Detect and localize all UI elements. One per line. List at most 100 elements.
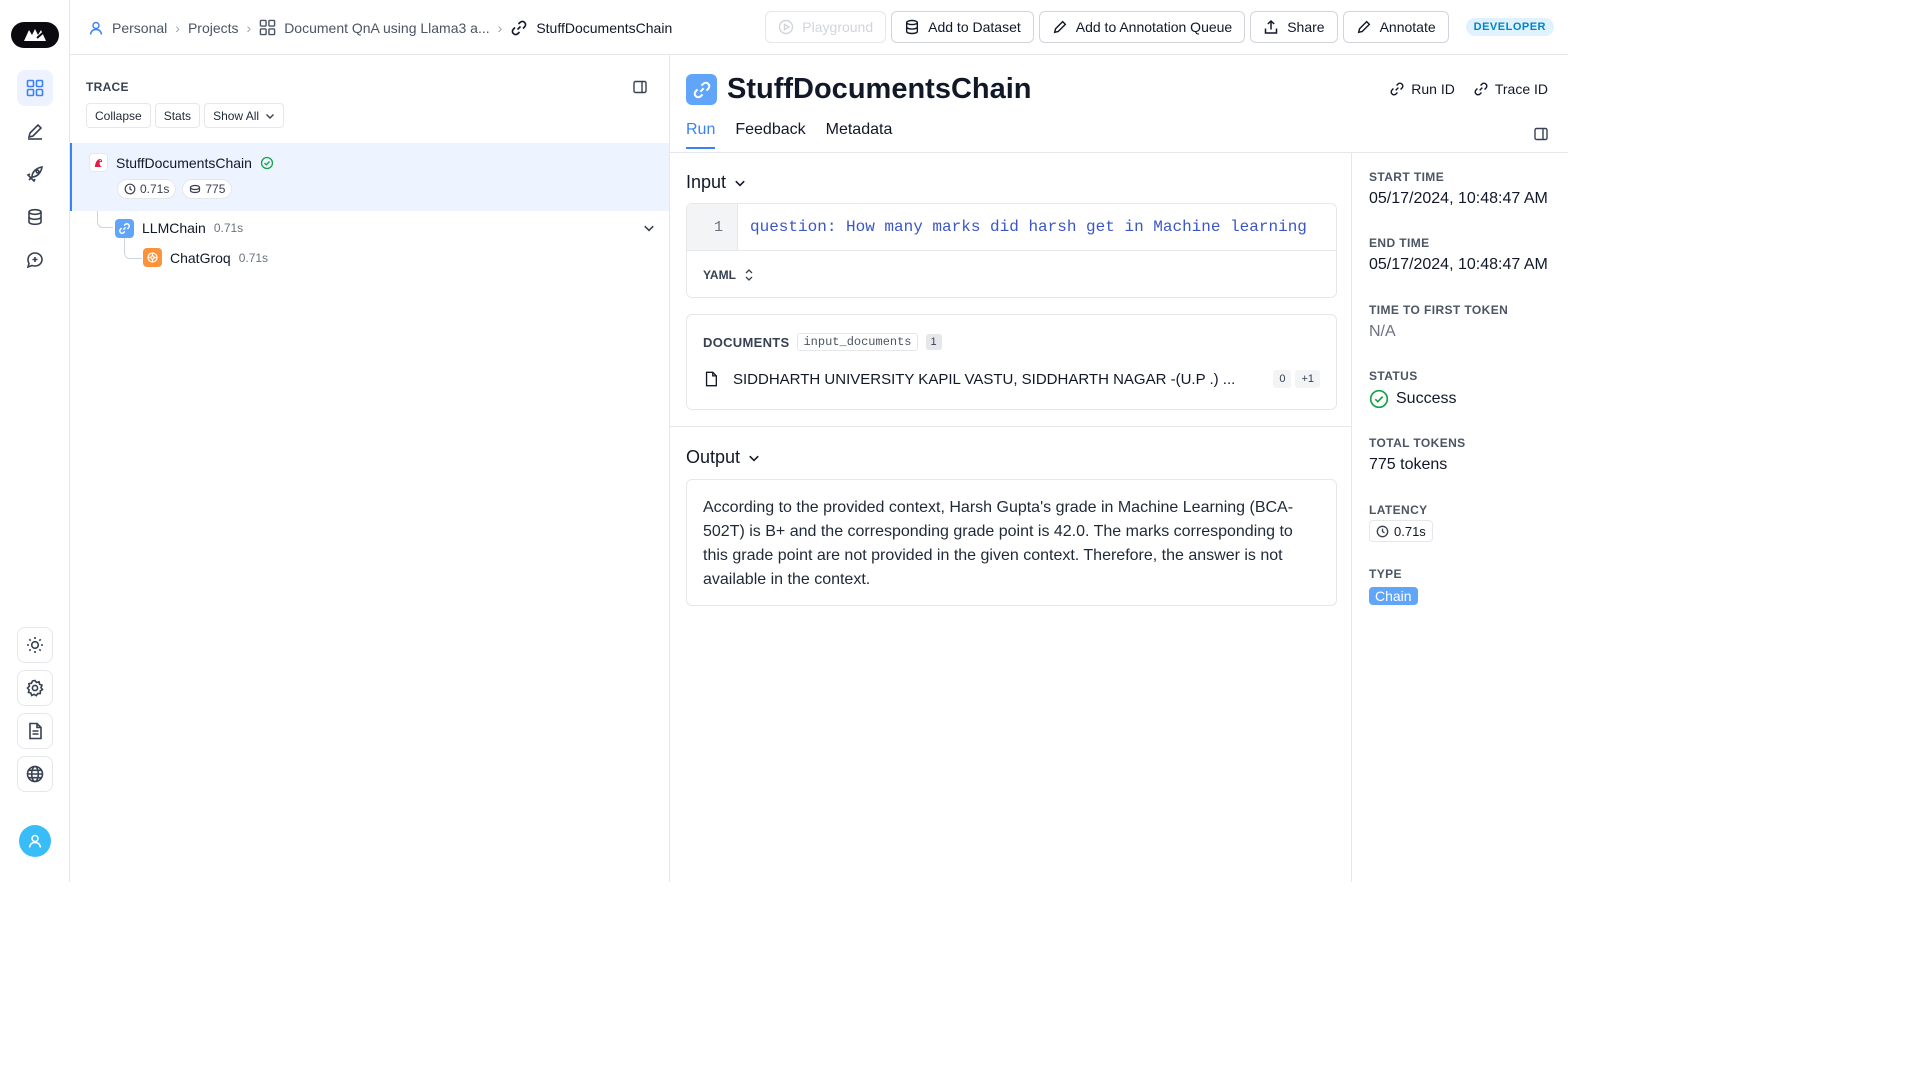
run-tabs: Run Feedback Metadata — [686, 121, 892, 149]
ttft-label: TIME TO FIRST TOKEN — [1369, 303, 1509, 317]
type-badge: Chain — [1369, 587, 1418, 605]
trace-panel: TRACE Collapse Stats Show All StuffDocum… — [70, 55, 670, 882]
projects-grid-icon[interactable] — [17, 70, 53, 106]
breadcrumb-project-label: Document QnA using Llama3 a... — [284, 19, 490, 36]
annotate-label: Annotate — [1379, 19, 1436, 35]
io-section: Input 1 question: How many marks did har… — [670, 153, 1352, 882]
annotate-pen-icon[interactable] — [17, 113, 53, 149]
collapse-label: Collapse — [95, 108, 142, 123]
trace-node-root[interactable]: StuffDocumentsChain 0.71s 775 — [70, 143, 669, 211]
status-value: Success — [1369, 389, 1456, 409]
pen-icon — [1052, 19, 1068, 35]
chevron-down-icon[interactable] — [643, 222, 655, 234]
tab-metadata[interactable]: Metadata — [826, 121, 893, 149]
clock-icon — [124, 183, 136, 195]
type-label: TYPE — [1369, 567, 1402, 581]
latency-value: 0.71s — [1394, 523, 1426, 539]
output-text: According to the provided context, Harsh… — [686, 479, 1337, 606]
input-code-editor[interactable]: 1 question: How many marks did harsh get… — [686, 203, 1337, 298]
chain-bird-icon — [89, 153, 108, 172]
trace-node-llmchain[interactable]: LLMChain 0.71s — [115, 217, 655, 239]
breadcrumb-personal[interactable]: Personal — [88, 20, 167, 36]
clock-icon — [1376, 525, 1389, 538]
total-tokens-label: TOTAL TOKENS — [1369, 436, 1466, 450]
breadcrumb-projects[interactable]: Projects — [188, 20, 239, 36]
collapse-button[interactable]: Collapse — [86, 103, 151, 128]
output-heading[interactable]: Output — [686, 447, 760, 468]
root-latency-value: 0.71s — [140, 182, 170, 196]
chevron-down-icon — [734, 177, 746, 189]
document-item[interactable]: SIDDHARTH UNIVERSITY KAPIL VASTU, SIDDHA… — [703, 370, 1320, 388]
datasets-database-icon[interactable] — [17, 199, 53, 235]
latency-label: LATENCY — [1369, 503, 1428, 517]
share-label: Share — [1287, 19, 1325, 35]
divider — [670, 426, 1351, 427]
settings-gear-icon[interactable] — [17, 670, 53, 706]
annotate-button[interactable]: Annotate — [1342, 11, 1449, 43]
trace-node-chatgroq[interactable]: ChatGroq 0.71s — [143, 248, 268, 267]
documents-card: DOCUMENTS input_documents 1 SIDDHARTH UN… — [686, 314, 1337, 410]
prompts-chat-icon[interactable] — [17, 242, 53, 278]
app-logo[interactable] — [11, 22, 59, 48]
add-to-annotation-queue-label: Add to Annotation Queue — [1075, 19, 1233, 35]
add-to-dataset-button[interactable]: Add to Dataset — [891, 11, 1034, 43]
trace-node-chatgroq-name: ChatGroq — [170, 249, 231, 266]
tab-run[interactable]: Run — [686, 121, 716, 149]
breadcrumb-project[interactable]: Document QnA using Llama3 a... — [259, 19, 490, 36]
grid-icon — [259, 19, 276, 36]
end-time-label: END TIME — [1369, 236, 1430, 250]
documents-header: DOCUMENTS input_documents 1 — [703, 333, 942, 351]
input-heading-label: Input — [686, 172, 727, 192]
sidebar-toggle-icon[interactable] — [633, 80, 647, 94]
link-icon — [1473, 81, 1489, 97]
run-id-label: Run ID — [1411, 81, 1455, 97]
tab-feedback[interactable]: Feedback — [735, 121, 805, 149]
ttft-value: N/A — [1369, 323, 1396, 340]
success-check-icon — [260, 156, 274, 170]
stats-button[interactable]: Stats — [154, 103, 201, 128]
run-title: StuffDocumentsChain — [727, 73, 1032, 105]
database-icon — [904, 19, 920, 35]
input-heading[interactable]: Input — [686, 172, 746, 193]
chevron-up-down-icon — [744, 268, 754, 282]
trace-id-button[interactable]: Trace ID — [1473, 81, 1548, 97]
document-index: 0 — [1273, 370, 1292, 388]
document-text: SIDDHARTH UNIVERSITY KAPIL VASTU, SIDDHA… — [733, 370, 1236, 388]
tokens-coin-icon — [189, 183, 201, 195]
input-code-line[interactable]: question: How many marks did harsh get i… — [750, 204, 1307, 250]
trace-title: TRACE — [86, 80, 129, 94]
top-bar: Personal › Projects › Document QnA using… — [70, 0, 1568, 55]
docs-document-icon[interactable] — [17, 713, 53, 749]
left-nav-rail — [0, 0, 70, 882]
deployments-rocket-icon[interactable] — [17, 156, 53, 192]
sidebar-toggle-icon[interactable] — [1534, 127, 1548, 141]
chevron-right-icon: › — [497, 19, 503, 36]
show-all-label: Show All — [213, 108, 260, 123]
document-more[interactable]: +1 — [1295, 370, 1320, 388]
end-time-value: 05/17/2024, 10:48:47 AM — [1369, 256, 1548, 273]
root-latency-pill: 0.71s — [117, 179, 177, 199]
format-selector[interactable]: YAML — [687, 250, 1336, 298]
add-to-annotation-queue-button[interactable]: Add to Annotation Queue — [1038, 11, 1246, 43]
trace-node-llmchain-name: LLMChain — [142, 220, 206, 236]
link-icon — [1389, 81, 1405, 97]
user-avatar[interactable] — [19, 825, 51, 857]
share-button[interactable]: Share — [1250, 11, 1338, 43]
playground-button[interactable]: Playground — [765, 11, 887, 43]
chevron-right-icon: › — [175, 19, 180, 36]
trace-tools: Collapse Stats Show All — [86, 103, 285, 128]
total-tokens-value: 775 tokens — [1369, 456, 1448, 473]
latency-value-pill: 0.71s — [1369, 520, 1433, 542]
trace-node-chatgroq-latency: 0.71s — [238, 250, 269, 265]
globe-icon[interactable] — [17, 756, 53, 792]
show-all-dropdown[interactable]: Show All — [204, 103, 285, 128]
status-label: STATUS — [1369, 369, 1418, 383]
playground-label: Playground — [802, 19, 874, 35]
breadcrumb-projects-label: Projects — [187, 19, 239, 36]
stats-label: Stats — [163, 108, 192, 123]
run-id-button[interactable]: Run ID — [1389, 81, 1455, 97]
trace-id-label: Trace ID — [1494, 81, 1548, 97]
theme-sun-icon[interactable] — [17, 627, 53, 663]
trace-node-llmchain-latency: 0.71s — [213, 221, 244, 235]
run-detail-panel: StuffDocumentsChain Run ID Trace ID Run … — [670, 55, 1568, 882]
